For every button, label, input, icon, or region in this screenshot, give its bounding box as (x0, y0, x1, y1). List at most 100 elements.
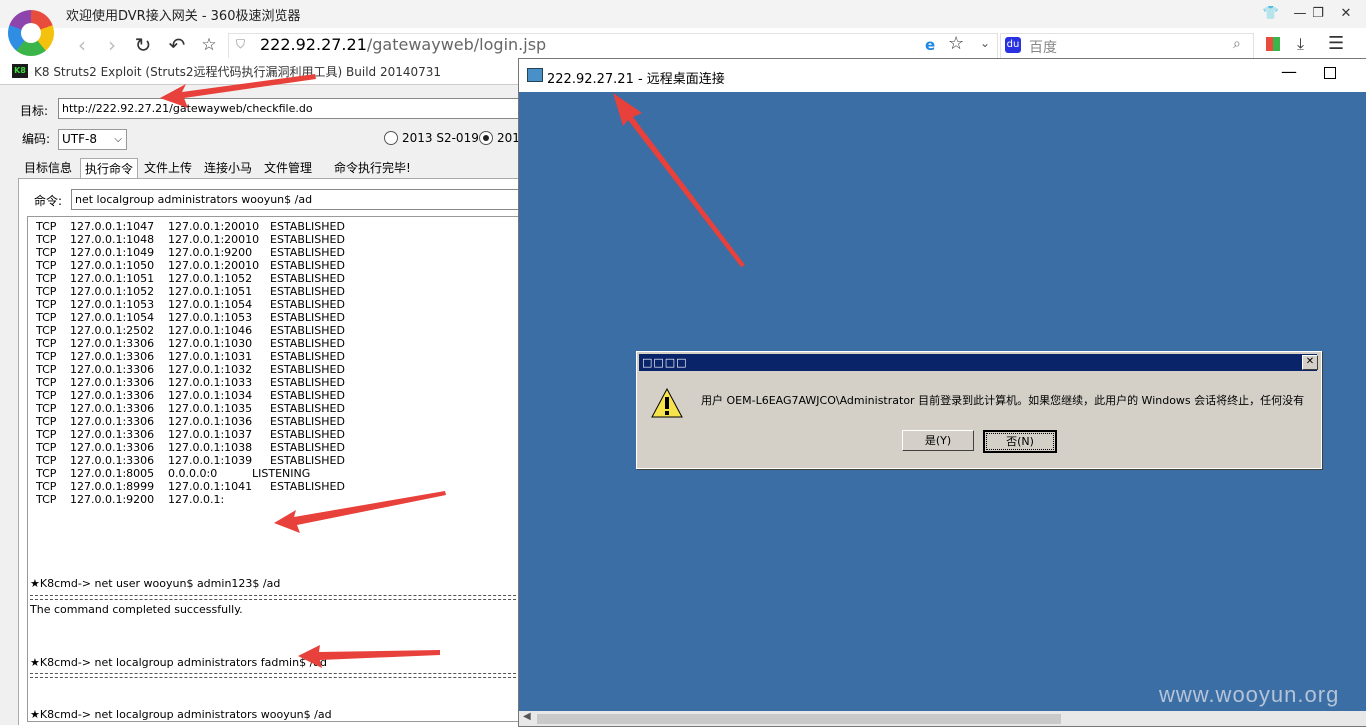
netstat-cell: 127.0.0.1:1054 (70, 311, 155, 324)
netstat-cell: 127.0.0.1:1046 (168, 324, 253, 337)
netstat-cell: 127.0.0.1:8005 (70, 467, 155, 480)
netstat-cell: 127.0.0.1:1050 (70, 259, 155, 272)
netstat-cell: ESTABLISHED (270, 480, 345, 493)
command-label: 命令: (34, 194, 63, 208)
netstat-cell: TCP (36, 415, 57, 428)
target-label: 目标: (20, 104, 49, 118)
netstat-cell: 127.0.0.1:1038 (168, 441, 253, 454)
close-button[interactable]: ✕ (1334, 4, 1358, 24)
tab-target-info[interactable]: 目标信息 (20, 158, 76, 178)
radio-2013[interactable] (479, 131, 493, 145)
output-cmd-line: ★K8cmd-> net localgroup administrators w… (30, 708, 332, 721)
encoding-select[interactable]: UTF-8 ⌵ (58, 129, 127, 150)
netstat-cell: TCP (36, 259, 57, 272)
netstat-cell: ESTABLISHED (270, 402, 345, 415)
netstat-cell: ESTABLISHED (270, 298, 345, 311)
radio-s2-019[interactable] (384, 131, 398, 145)
tab-file-upload[interactable]: 文件上传 (140, 158, 196, 178)
netstat-cell: TCP (36, 246, 57, 259)
k8-struts2-window: K8 K8 Struts2 Exploit (Struts2远程代码执行漏洞利用… (0, 58, 521, 725)
k8-title: K8 Struts2 Exploit (Struts2远程代码执行漏洞利用工具)… (34, 65, 442, 79)
remote-desktop-icon (527, 68, 543, 82)
download-icon[interactable]: ⤓ (1297, 34, 1304, 54)
output-cmd-line: ★K8cmd-> net localgroup administrators f… (30, 656, 328, 669)
favorite-star-icon[interactable]: ☆ (197, 33, 221, 57)
command-input[interactable]: net localgroup administrators wooyun$ /a… (71, 189, 520, 210)
netstat-cell: ESTABLISHED (270, 350, 345, 363)
no-button[interactable]: 否(N) (983, 430, 1057, 453)
tab-file-manager[interactable]: 文件管理 (260, 158, 316, 178)
netstat-cell: LISTENING (252, 467, 311, 480)
back-icon[interactable]: ‹ (70, 33, 94, 57)
netstat-cell: 127.0.0.1:1037 (168, 428, 253, 441)
tab-exec-command[interactable]: 执行命令 (80, 158, 139, 179)
netstat-cell: TCP (36, 389, 57, 402)
radio-s2-019-label: 2013 S2-019 (402, 131, 479, 145)
dialog-title: □□□□ (642, 356, 688, 369)
netstat-cell: ESTABLISHED (270, 272, 345, 285)
dialog-close-button[interactable]: ✕ (1302, 355, 1318, 370)
netstat-cell: ESTABLISHED (270, 246, 345, 259)
netstat-cell: 127.0.0.1:3306 (70, 363, 155, 376)
yes-button[interactable]: 是(Y) (902, 430, 974, 451)
netstat-cell: TCP (36, 402, 57, 415)
warning-dialog: □□□□ ✕ 用户 OEM-L6EAG7AWJCO\Administrator … (636, 351, 1322, 469)
output-result-line: The command completed successfully. (30, 603, 243, 616)
apps-icon[interactable] (1266, 37, 1280, 51)
netstat-cell: 127.0.0.1:1053 (168, 311, 253, 324)
netstat-cell: TCP (36, 337, 57, 350)
ie-mode-icon[interactable]: e (925, 36, 935, 54)
target-url-input[interactable]: http://222.92.27.21/gatewayweb/checkfile… (58, 98, 520, 119)
netstat-cell: 127.0.0.1:1030 (168, 337, 253, 350)
netstat-cell: 127.0.0.1:3306 (70, 454, 155, 467)
watermark: www.wooyun.org (1159, 682, 1340, 707)
netstat-cell: TCP (36, 363, 57, 376)
chevron-down-icon[interactable]: ⌄ (980, 36, 990, 50)
restore-button[interactable]: ❐ (1306, 4, 1330, 24)
search-placeholder[interactable]: 百度 (1029, 37, 1057, 57)
undo-icon[interactable]: ↶ (165, 33, 189, 57)
netstat-cell: TCP (36, 441, 57, 454)
netstat-cell: 127.0.0.1:2502 (70, 324, 155, 337)
netstat-cell: ESTABLISHED (270, 337, 345, 350)
reload-icon[interactable]: ↻ (131, 33, 155, 57)
netstat-cell: 127.0.0.1:1049 (70, 246, 155, 259)
menu-icon[interactable]: ☰ (1328, 33, 1344, 54)
netstat-cell: ESTABLISHED (270, 311, 345, 324)
netstat-cell: 127.0.0.1:1031 (168, 350, 253, 363)
netstat-cell: 127.0.0.1:1051 (168, 285, 253, 298)
netstat-cell: 127.0.0.1:1032 (168, 363, 253, 376)
netstat-cell: 127.0.0.1:3306 (70, 376, 155, 389)
forward-icon[interactable]: › (100, 33, 124, 57)
rdp-maximize-button[interactable] (1324, 67, 1336, 79)
netstat-cell: 0.0.0.0:0 (168, 467, 218, 480)
search-icon[interactable]: ⌕ (1233, 36, 1241, 52)
netstat-cell: 127.0.0.1:9200 (70, 493, 155, 506)
netstat-cell: ESTABLISHED (270, 428, 345, 441)
tab-connect-shell[interactable]: 连接小马 (200, 158, 256, 178)
netstat-cell: 127.0.0.1:1039 (168, 454, 253, 467)
output-separator (30, 673, 520, 678)
netstat-cell: 127.0.0.1:3306 (70, 428, 155, 441)
shirt-skin-icon[interactable]: 👕 (1259, 4, 1283, 24)
command-output[interactable]: TCP 127.0.0.1:1047 127.0.0.1:20010 ESTABLIS… (27, 216, 520, 722)
chevron-down-icon: ⌵ (114, 134, 122, 145)
netstat-cell: 127.0.0.1:1052 (70, 285, 155, 298)
netstat-cell: TCP (36, 272, 57, 285)
netstat-cell: 127.0.0.1:3306 (70, 402, 155, 415)
address-url[interactable]: 222.92.27.21/gatewayweb/login.jsp (260, 35, 546, 54)
netstat-cell: ESTABLISHED (270, 415, 345, 428)
rdp-minimize-button[interactable]: — (1281, 62, 1297, 81)
netstat-cell: TCP (36, 324, 57, 337)
status-text: 命令执行完毕! (334, 161, 411, 175)
scroll-left-icon[interactable]: ◀ (523, 711, 531, 722)
netstat-cell: 127.0.0.1:20010 (168, 220, 260, 233)
netstat-cell: 127.0.0.1: (168, 493, 225, 506)
netstat-cell: 127.0.0.1:1053 (70, 298, 155, 311)
netstat-cell: ESTABLISHED (270, 285, 345, 298)
bookmark-star-icon[interactable]: ☆ (948, 33, 964, 54)
netstat-cell: 127.0.0.1:1036 (168, 415, 253, 428)
netstat-cell: 127.0.0.1:1033 (168, 376, 253, 389)
scrollbar-thumb[interactable] (537, 714, 1061, 724)
netstat-cell: ESTABLISHED (270, 363, 345, 376)
